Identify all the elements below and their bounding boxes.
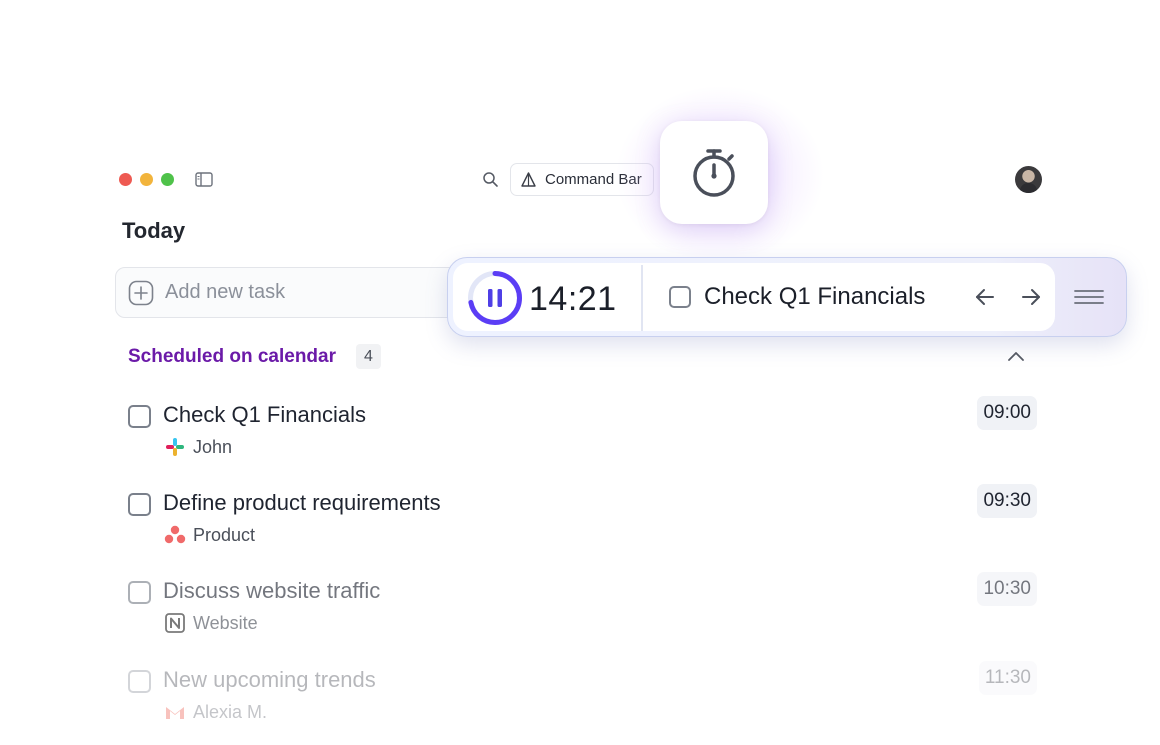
task-source-label: Website [193, 612, 258, 633]
command-bar-icon [521, 172, 536, 187]
add-task-placeholder: Add new task [165, 281, 286, 303]
task-row[interactable]: Check Q1 Financials John 09:00 [127, 396, 1037, 480]
task-time[interactable]: 09:00 [977, 396, 1037, 430]
asana-icon [164, 525, 186, 544]
stopwatch-icon [693, 148, 735, 197]
task-row[interactable]: Discuss website traffic Website 10:30 [127, 572, 1037, 656]
task-time[interactable]: 11:30 [978, 661, 1037, 695]
task-source: Product [164, 524, 255, 546]
section-title[interactable]: Scheduled on calendar [128, 346, 336, 368]
task-source: John [164, 436, 232, 458]
task-row[interactable]: Define product requirements Product 09:3… [127, 484, 1037, 568]
timer-divider [641, 265, 643, 331]
chevron-up-icon[interactable] [1006, 348, 1026, 364]
task-time[interactable]: 09:30 [977, 484, 1037, 518]
timer-app-button[interactable] [660, 121, 768, 224]
pause-icon [488, 289, 493, 307]
task-checkbox[interactable] [128, 670, 151, 693]
menu-icon[interactable] [1074, 288, 1104, 306]
timer-time: 14:21 [529, 280, 617, 318]
timer-bar-panel: 14:21 Check Q1 Financials [453, 263, 1055, 331]
minimize-window-button[interactable] [140, 173, 153, 186]
floating-timer-bar: 14:21 Check Q1 Financials [447, 257, 1127, 337]
arrow-right-icon[interactable] [1019, 285, 1043, 309]
task-source-label: John [193, 436, 233, 457]
section-count-badge: 4 [356, 344, 381, 369]
zoom-window-button[interactable] [161, 173, 174, 186]
current-task-checkbox[interactable] [669, 286, 691, 308]
task-source-label: Alexia M. [193, 701, 268, 722]
task-checkbox[interactable] [128, 581, 151, 604]
add-icon [128, 280, 154, 305]
task-source: Website [164, 612, 258, 634]
current-task-title: Check Q1 Financials [704, 283, 926, 310]
slack-icon [166, 438, 184, 456]
close-window-button[interactable] [119, 173, 132, 186]
task-time[interactable]: 10:30 [977, 572, 1037, 606]
task-title: Discuss website traffic [163, 578, 381, 603]
search-icon[interactable] [482, 171, 499, 188]
user-avatar[interactable] [1015, 166, 1042, 193]
arrow-left-icon[interactable] [973, 285, 997, 309]
pause-timer-button[interactable] [467, 270, 523, 326]
task-source-label: Product [193, 524, 256, 545]
task-checkbox[interactable] [128, 493, 151, 516]
sidebar-toggle-icon[interactable] [195, 172, 213, 187]
task-title: New upcoming trends [163, 667, 376, 692]
page-title: Today [122, 218, 186, 243]
task-title: Check Q1 Financials [163, 402, 366, 427]
task-row[interactable]: New upcoming trends Alexia M. 11:30 [127, 661, 1037, 745]
task-title: Define product requirements [163, 490, 441, 515]
task-checkbox[interactable] [128, 405, 151, 428]
notion-icon [165, 613, 185, 633]
